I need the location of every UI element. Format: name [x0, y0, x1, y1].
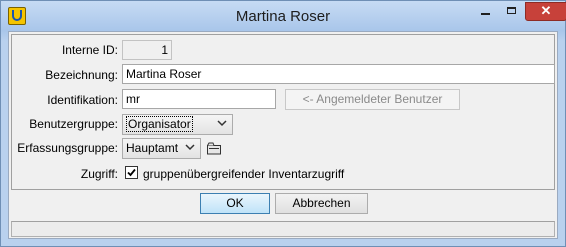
- zugriff-checkbox-label[interactable]: gruppenübergreifender Inventarzugriff: [143, 167, 344, 181]
- bezeichnung-label: Bezeichnung:: [45, 68, 118, 82]
- checkmark-icon: [127, 168, 136, 177]
- close-button[interactable]: ✕: [525, 2, 566, 21]
- erfassungsgruppe-select[interactable]: Hauptamt: [122, 138, 201, 159]
- maximize-button[interactable]: [499, 2, 525, 21]
- dialog-window: Martina Roser ✕ Interne ID: 1 Bezeichnun…: [0, 0, 566, 247]
- benutzergruppe-select[interactable]: Organisator: [122, 114, 233, 135]
- benutzergruppe-value: Organisator: [126, 116, 193, 132]
- erfassungsgruppe-value: Hauptamt: [126, 141, 179, 155]
- folder-icon[interactable]: [207, 142, 222, 155]
- close-icon: ✕: [540, 3, 552, 18]
- dialog-client-area: Interne ID: 1 Bezeichnung: Martina Roser…: [8, 31, 558, 239]
- benutzergruppe-label: Benutzergruppe:: [29, 117, 118, 131]
- status-bar: [11, 221, 555, 237]
- ok-button[interactable]: OK: [200, 193, 270, 214]
- form-panel: Interne ID: 1 Bezeichnung: Martina Roser…: [11, 34, 555, 190]
- interne-id-label: Interne ID:: [61, 43, 118, 57]
- identifikation-label: Identifikation:: [47, 93, 118, 107]
- zugriff-checkbox[interactable]: [125, 166, 138, 179]
- minimize-button[interactable]: [473, 2, 499, 21]
- chevron-down-icon: [217, 120, 227, 127]
- interne-id-field: 1: [122, 40, 172, 60]
- title-bar[interactable]: Martina Roser ✕: [1, 1, 566, 31]
- identifikation-field[interactable]: mr: [122, 89, 276, 109]
- chevron-down-icon: [185, 144, 195, 151]
- bezeichnung-field[interactable]: Martina Roser: [122, 64, 555, 84]
- erfassungsgruppe-label: Erfassungsgruppe:: [17, 141, 118, 155]
- angemeldeter-benutzer-button[interactable]: <- Angemeldeter Benutzer: [285, 89, 460, 110]
- cancel-button[interactable]: Abbrechen: [275, 193, 368, 214]
- zugriff-label: Zugriff:: [80, 167, 118, 181]
